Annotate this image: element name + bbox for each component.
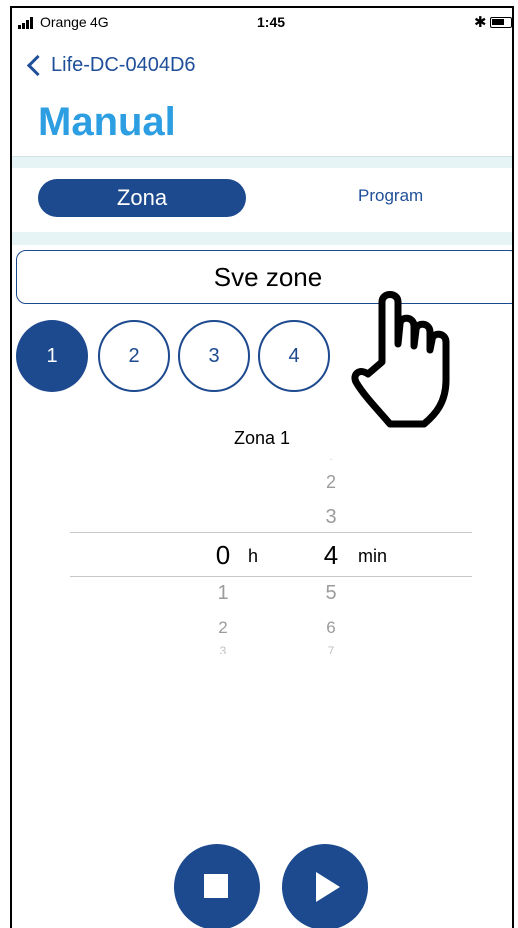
hour-unit: h bbox=[248, 546, 259, 566]
zone-button-1[interactable]: 1 bbox=[16, 320, 88, 392]
minute-option: 6 bbox=[326, 618, 336, 637]
zone-button-3[interactable]: 3 bbox=[178, 320, 250, 392]
tab-zona[interactable]: Zona bbox=[38, 179, 246, 217]
play-icon bbox=[316, 872, 340, 902]
battery-icon bbox=[490, 17, 512, 28]
back-label: Life-DC-0404D6 bbox=[51, 54, 196, 76]
hour-option: 1 bbox=[217, 582, 229, 604]
network-type: 4G bbox=[90, 14, 109, 30]
minute-option: 2 bbox=[325, 472, 336, 492]
tab-bar: Zona Program bbox=[12, 156, 512, 245]
zone-label: Zona 1 bbox=[233, 428, 291, 448]
zone-button-4[interactable]: 4 bbox=[258, 320, 330, 392]
tab-program[interactable]: Program bbox=[358, 186, 423, 206]
back-button[interactable]: Life-DC-0404D6 bbox=[26, 54, 196, 77]
picker-divider bbox=[70, 532, 472, 533]
minute-option: 3 bbox=[325, 506, 337, 528]
time-picker[interactable]: · 2 3 0 h 4 min 1 5 2 6 3 7 bbox=[12, 448, 512, 678]
stop-icon bbox=[204, 874, 228, 898]
minute-option: 7 bbox=[327, 644, 335, 654]
hour-option: 3 bbox=[219, 644, 227, 654]
bluetooth-icon: ✱ bbox=[474, 14, 487, 31]
status-time: 1:45 bbox=[257, 14, 286, 30]
play-button[interactable] bbox=[282, 844, 368, 928]
page-title: Manual bbox=[38, 100, 176, 144]
zone-button-2[interactable]: 2 bbox=[98, 320, 170, 392]
phone-screen: Orange 4G 1:45 ✱ Life-DC-0404D6 Manual Z… bbox=[10, 6, 514, 928]
picker-divider bbox=[70, 576, 472, 577]
chevron-left-icon bbox=[26, 54, 49, 77]
carrier-name: Orange bbox=[40, 14, 87, 30]
status-bar: Orange 4G 1:45 ✱ bbox=[12, 8, 512, 38]
signal-icon bbox=[18, 17, 36, 29]
hour-option: 2 bbox=[218, 618, 228, 637]
minute-selected: 4 bbox=[323, 540, 339, 570]
stop-button[interactable] bbox=[174, 844, 260, 928]
hour-selected: 0 bbox=[215, 540, 231, 570]
minute-unit: min bbox=[358, 546, 388, 566]
pointing-hand-icon bbox=[351, 291, 450, 428]
minute-option: 5 bbox=[325, 582, 337, 604]
